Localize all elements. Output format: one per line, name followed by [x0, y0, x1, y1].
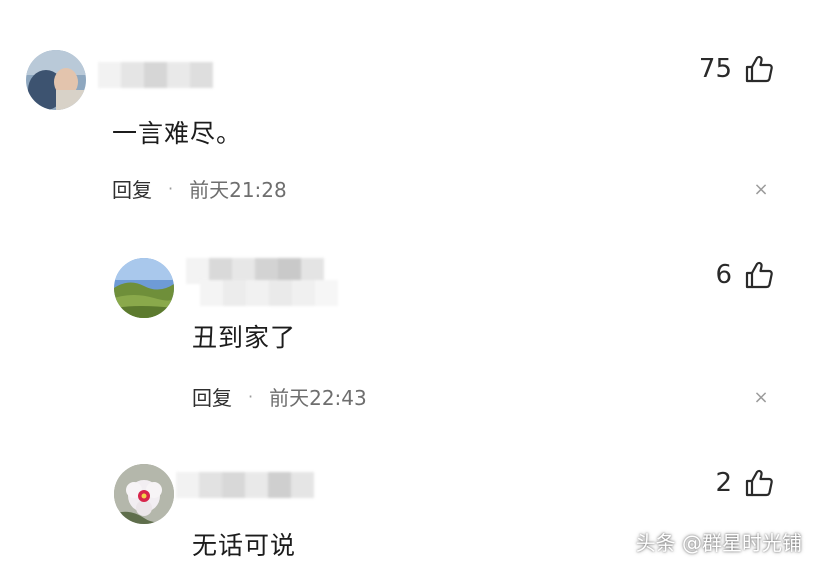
comment-text: 无话可说 [192, 531, 297, 560]
comment-3: 无话可说 2 [0, 0, 822, 572]
avatar-image-3 [114, 464, 174, 524]
watermark: 头条 @群星时光铺 [635, 531, 802, 555]
thumbs-up-icon [745, 469, 773, 497]
like-button[interactable]: 2 [715, 468, 774, 498]
username-blurred[interactable] [176, 472, 314, 498]
avatar[interactable] [114, 464, 174, 524]
like-count: 2 [715, 468, 732, 498]
